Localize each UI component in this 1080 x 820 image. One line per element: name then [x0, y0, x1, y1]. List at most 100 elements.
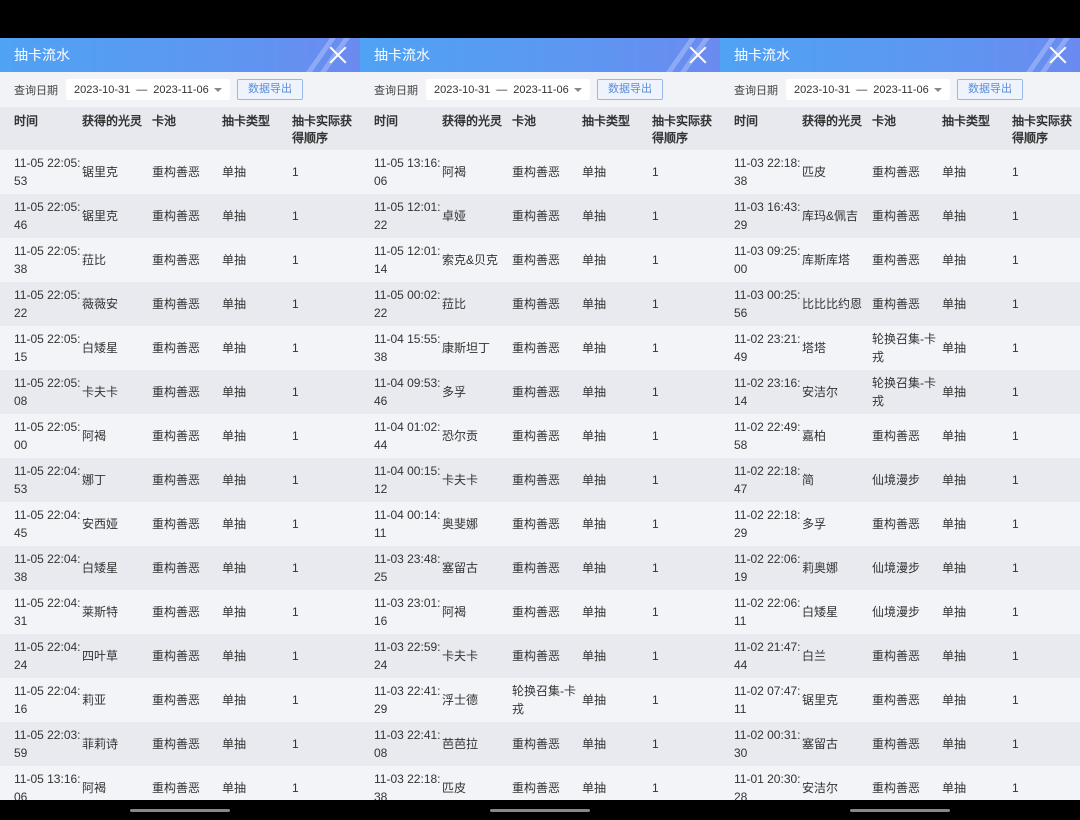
cell-order: 1: [292, 326, 360, 370]
cell-order-text: 1: [652, 605, 659, 619]
cell-pool-text: 重构善恶: [512, 253, 561, 267]
cell-draw-type: 单抽: [942, 414, 1012, 458]
gesture-nav-bar[interactable]: [130, 809, 230, 812]
cell-order: 1: [292, 238, 360, 282]
table-row: 11-05 22:05:46 锯里克 重构善恶 单抽 1: [0, 194, 360, 238]
cell-draw-type: 单抽: [222, 678, 292, 722]
cell-order-text: 1: [1012, 253, 1019, 267]
cell-time: 11-02 23:21:49: [720, 326, 802, 370]
cell-time: 11-03 22:41:29: [360, 678, 442, 722]
cell-draw-type: 单抽: [942, 590, 1012, 634]
cell-order-text: 1: [1012, 429, 1019, 443]
cell-character: 索克&贝克: [442, 238, 512, 282]
cell-time-text: 11-02 07:47:11: [734, 684, 801, 716]
cell-time-text: 11-02 23:21:49: [734, 332, 801, 364]
cell-pool-text: 轮换召集-卡戎: [512, 684, 576, 716]
cell-draw-type: 单抽: [582, 194, 652, 238]
cell-order-text: 1: [1012, 781, 1019, 795]
cell-time: 11-02 07:47:11: [720, 678, 802, 722]
cell-time-text: 11-05 22:05:38: [14, 244, 81, 276]
cell-order-text: 1: [292, 429, 299, 443]
table-row: 11-05 13:16:06 阿褐 重构善恶 单抽 1: [0, 766, 360, 800]
table-row: 11-02 23:16:14 安洁尔 轮换召集-卡戎 单抽 1: [720, 370, 1080, 414]
cell-time-text: 11-03 22:59:24: [374, 640, 441, 672]
date-range-picker[interactable]: 2023-10-31 — 2023-11-06: [66, 79, 230, 100]
cell-order: 1: [1012, 634, 1080, 678]
cell-time-text: 11-05 13:16:06: [374, 156, 441, 188]
cell-character-text: 浮士德: [442, 693, 479, 707]
export-data-button[interactable]: 数据导出: [957, 79, 1023, 100]
table-row: 11-02 22:49:58 嘉柏 重构善恶 单抽 1: [720, 414, 1080, 458]
cell-character: 卓娅: [442, 194, 512, 238]
cell-character: 白矮星: [82, 546, 152, 590]
gesture-nav-bar[interactable]: [490, 809, 590, 812]
cell-pool-text: 重构善恶: [152, 693, 201, 707]
date-range-picker[interactable]: 2023-10-31 — 2023-11-06: [786, 79, 950, 100]
date-separator: —: [496, 83, 508, 96]
cell-order-text: 1: [652, 781, 659, 795]
table-row: 11-02 00:31:30 塞留古 重构善恶 单抽 1: [720, 722, 1080, 766]
cell-character: 奥斐娜: [442, 502, 512, 546]
cell-character-text: 莱斯特: [82, 605, 119, 619]
column-header-order: 抽卡实际获得顺序: [652, 107, 720, 150]
cell-pool: 重构善恶: [512, 458, 582, 502]
cell-pool: 重构善恶: [152, 238, 222, 282]
cell-character-text: 卡夫卡: [442, 473, 479, 487]
cell-draw-type: 单抽: [582, 634, 652, 678]
cell-character: 娜丁: [82, 458, 152, 502]
column-header-pool: 卡池: [152, 107, 222, 150]
cell-pool: 重构善恶: [512, 766, 582, 800]
cell-time: 11-03 22:18:38: [720, 150, 802, 194]
cell-pool-text: 重构善恶: [872, 429, 921, 443]
cell-draw-type-text: 单抽: [222, 781, 247, 795]
cell-order-text: 1: [1012, 209, 1019, 223]
cell-order-text: 1: [292, 561, 299, 575]
close-icon[interactable]: [328, 45, 348, 65]
cell-draw-type: 单抽: [582, 282, 652, 326]
column-header-draw-type: 抽卡类型: [942, 107, 1012, 150]
cell-time: 11-03 22:18:38: [360, 766, 442, 800]
cell-draw-type: 单抽: [942, 326, 1012, 370]
export-data-button[interactable]: 数据导出: [597, 79, 663, 100]
cell-draw-type-text: 单抽: [942, 737, 967, 751]
cell-character: 塞留古: [802, 722, 872, 766]
cell-draw-type-text: 单抽: [942, 473, 967, 487]
table-header-row: 时间 获得的光灵 卡池 抽卡类型 抽卡实际获得顺序: [720, 107, 1080, 150]
gacha-record-table: 时间 获得的光灵 卡池 抽卡类型 抽卡实际获得顺序 11-05 13:16:06…: [360, 107, 720, 800]
cell-pool-text: 重构善恶: [512, 385, 561, 399]
cell-order-text: 1: [1012, 649, 1019, 663]
cell-time-text: 11-05 22:04:45: [14, 508, 81, 540]
cell-order: 1: [1012, 678, 1080, 722]
panels: 抽卡流水 查询日期 2023-10-31 — 2023-11-06 数据导出 时…: [0, 38, 1080, 800]
cell-character-text: 阿褐: [82, 781, 107, 795]
cell-character: 阿褐: [442, 150, 512, 194]
table-row: 11-05 12:01:14 索克&贝克 重构善恶 单抽 1: [360, 238, 720, 282]
cell-draw-type: 单抽: [222, 194, 292, 238]
close-icon[interactable]: [688, 45, 708, 65]
cell-order: 1: [292, 282, 360, 326]
cell-time: 11-05 22:05:38: [0, 238, 82, 282]
table-row: 11-02 22:06:19 莉奥娜 仙境漫步 单抽 1: [720, 546, 1080, 590]
gesture-nav-bar[interactable]: [850, 809, 950, 812]
cell-time: 11-03 23:48:25: [360, 546, 442, 590]
cell-draw-type-text: 单抽: [222, 605, 247, 619]
date-range-picker[interactable]: 2023-10-31 — 2023-11-06: [426, 79, 590, 100]
cell-pool: 重构善恶: [512, 194, 582, 238]
cell-time-text: 11-01 20:30:28: [734, 772, 801, 800]
cell-time: 11-05 13:16:06: [360, 150, 442, 194]
cell-character-text: 塞留古: [442, 561, 479, 575]
table-row: 11-04 09:53:46 多孚 重构善恶 单抽 1: [360, 370, 720, 414]
close-icon[interactable]: [1048, 45, 1068, 65]
cell-time: 11-02 00:31:30: [720, 722, 802, 766]
table-row: 11-05 22:04:31 莱斯特 重构善恶 单抽 1: [0, 590, 360, 634]
cell-time: 11-03 00:25:56: [720, 282, 802, 326]
cell-character: 莉奥娜: [802, 546, 872, 590]
gacha-record-panel: 抽卡流水 查询日期 2023-10-31 — 2023-11-06 数据导出 时…: [0, 38, 360, 800]
cell-character-text: 白兰: [802, 649, 827, 663]
cell-draw-type-text: 单抽: [942, 781, 967, 795]
table-row: 11-05 22:03:59 菲莉诗 重构善恶 单抽 1: [0, 722, 360, 766]
cell-pool: 重构善恶: [512, 722, 582, 766]
cell-character: 薇薇安: [82, 282, 152, 326]
export-data-button[interactable]: 数据导出: [237, 79, 303, 100]
cell-order-text: 1: [292, 693, 299, 707]
